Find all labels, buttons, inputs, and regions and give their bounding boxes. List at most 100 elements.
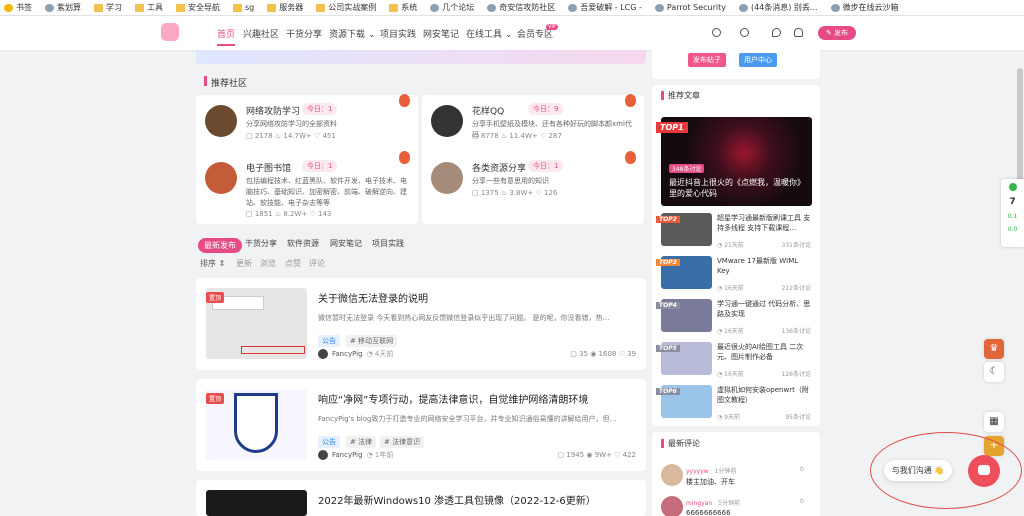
site-logo[interactable] — [161, 23, 179, 41]
bell-icon[interactable] — [794, 28, 803, 37]
nav-projects[interactable]: 项目实践 — [380, 27, 416, 40]
tab-0[interactable]: 最新发布 — [198, 238, 242, 253]
community-name[interactable]: 各类资源分享 — [472, 161, 526, 174]
author-name[interactable]: FancyPig — [332, 451, 363, 459]
commenter-avatar[interactable] — [661, 464, 683, 486]
post-title[interactable]: 2022年最新Windows10 渗透工具包镜像（2022-12-6更新） — [318, 492, 596, 507]
banner[interactable] — [196, 50, 646, 64]
extension-badge: 7 — [1009, 197, 1016, 207]
commenter-name[interactable]: yyyyyw 1分钟前 — [686, 466, 737, 475]
community-name[interactable]: 花样QQ — [472, 104, 504, 117]
post-card[interactable]: 置顶 响应“净网”专项行动，提高法律意识，自觉维护网络清朗环境 FancyPig's… — [196, 379, 646, 471]
bookmark-item[interactable]: (44条消息) 别丢... — [738, 2, 818, 13]
bookmark-item[interactable]: 奇安信攻防社区 — [487, 2, 555, 13]
nav-download[interactable]: 资源下载 ⌄ — [329, 27, 375, 40]
sort-option[interactable]: 排序 ⇕ — [200, 258, 225, 269]
bookmark-item[interactable]: 几个论坛 — [430, 2, 474, 13]
sort-option[interactable]: 更新 — [236, 258, 252, 269]
community-name[interactable]: 网络攻防学习 — [246, 104, 300, 117]
post-title[interactable]: 响应“净网”专项行动，提高法律意识，自觉维护网络清朗环境 — [318, 391, 588, 406]
comment-likes[interactable]: 0 — [800, 498, 804, 505]
bookmark-item[interactable]: 工具 — [135, 2, 163, 13]
tab-3[interactable]: 网安笔记 — [330, 238, 362, 249]
article-title[interactable]: 学习通一键通过 代码分析、思路及实现 — [717, 299, 811, 319]
bookmark-item[interactable]: 系统 — [389, 2, 417, 13]
post-card[interactable]: 置顶 关于微信无法登录的说明 微信暂时无法登录 今天看到热心网友反馈微信登录似乎出现… — [196, 278, 646, 370]
search-icon[interactable] — [740, 28, 749, 37]
commenter-name-text[interactable]: yyyyyw — [686, 468, 709, 475]
lightbulb-icon[interactable] — [712, 28, 721, 37]
author-avatar[interactable] — [318, 349, 328, 359]
community-stats: ▢ 8778 ♨ 11.4W+ ♡ 287 — [472, 132, 562, 140]
sort-option[interactable]: 浏览 — [260, 258, 276, 269]
rank-badge: TOP2 — [656, 216, 680, 223]
user-center-button[interactable]: 用户中心 — [739, 53, 777, 67]
bookmark-item[interactable]: Parrot Security — [654, 3, 726, 12]
bookmark-item[interactable]: sg — [233, 3, 254, 12]
author-name[interactable]: FancyPig — [332, 350, 363, 358]
bookmark-item[interactable]: 服务器 — [267, 2, 303, 13]
sort-option[interactable]: 评论 — [309, 258, 325, 269]
today-badge: 今日：1 — [528, 160, 564, 172]
bookmarks-bar: 书签 紫划算 学习 工具 安全导航 sg 服务器 公司实战案例 系统 几个论坛 奇安信攻防社区 吾爱破… — [0, 0, 1024, 16]
bookmark-label: Parrot Security — [666, 3, 726, 12]
community-avatar[interactable] — [205, 162, 237, 194]
crown-icon[interactable]: ♛ — [984, 339, 1004, 359]
article-title[interactable]: 超星学习通最新版刷课工具 支持多线程 支持下载课程… — [717, 213, 811, 233]
post-tag[interactable]: # 移动互联网 — [346, 335, 398, 347]
nav-share[interactable]: 干货分享 — [286, 27, 322, 40]
bookmark-item[interactable]: 书签 — [4, 2, 32, 13]
post-tag[interactable]: # 法律 — [346, 436, 377, 448]
publish-button[interactable]: ✎ 发布 — [818, 26, 856, 40]
tab-4[interactable]: 项目实践 — [372, 238, 404, 249]
commenter-avatar[interactable] — [661, 496, 683, 516]
moon-toggle-icon[interactable]: ☾ — [984, 362, 1004, 382]
community-avatar[interactable] — [431, 162, 463, 194]
author-avatar[interactable] — [318, 450, 328, 460]
nav-community[interactable]: 兴趣社区 — [243, 27, 279, 40]
commenter-name[interactable]: mingyan 5分钟前 — [686, 498, 740, 507]
post-title[interactable]: 关于微信无法登录的说明 — [318, 290, 428, 305]
community-avatar[interactable] — [431, 105, 463, 137]
community-card[interactable]: 电子图书馆 今日：1 包括编程技术、红蓝黑队、软件开发、电子技术、电脑技巧、基础知识… — [196, 151, 418, 224]
community-avatar[interactable] — [205, 105, 237, 137]
bookmark-item[interactable]: 安全导航 — [176, 2, 220, 13]
post-author[interactable]: FancyPig ◔ 1年前 — [318, 450, 393, 460]
bookmark-item[interactable]: 紫划算 — [45, 2, 81, 13]
post-author[interactable]: FancyPig ◔ 4天前 — [318, 349, 393, 359]
folder-icon — [176, 3, 185, 12]
tab-2[interactable]: 软件资源 — [287, 238, 319, 249]
community-name[interactable]: 电子图书馆 — [246, 161, 291, 174]
grid-icon[interactable]: ▦ — [984, 412, 1004, 432]
post-card[interactable]: 2022年最新Windows10 渗透工具包镜像（2022-12-6更新） — [196, 480, 646, 516]
article-time: ◔ 9天前 — [717, 414, 740, 421]
publish-post-button[interactable]: 发布帖子 — [688, 53, 726, 67]
tab-1[interactable]: 干货分享 — [245, 238, 277, 249]
extension-line1: 0.1 — [1007, 213, 1018, 220]
community-card[interactable]: 各类资源分享 今日：1 分享一些有意思用的知识 ▢ 1375 ♨ 3.8W+ ♡ 12… — [422, 151, 644, 224]
top-nav: 首页 兴趣社区 干货分享 资源下载 ⌄ 项目实践 网安笔记 在线工具 ⌄ 会员专… — [0, 16, 1024, 50]
post-tag[interactable]: 公告 — [318, 335, 340, 347]
bookmark-item[interactable]: 公司实战案例 — [316, 2, 376, 13]
article-time: ◔ 16天前 — [717, 285, 744, 292]
sort-option[interactable]: 点赞 — [285, 258, 301, 269]
article-discussions: 95条讨论 — [785, 414, 811, 421]
article-title[interactable]: VMware 17最新版 WIML Key — [717, 256, 811, 276]
community-desc: 分享网络攻防学习的全部资料 — [246, 120, 337, 128]
article-title[interactable]: 虚拟机如何安装openwrt（附图文教程） — [717, 385, 811, 405]
top1-article-title[interactable]: 最近抖音上很火的《点燃我，温暖你》里的爱心代码 — [669, 177, 805, 199]
bookmark-item[interactable]: 吾爱破解 - LCG - — [568, 2, 642, 13]
commenter-name-text[interactable]: mingyan — [686, 500, 712, 507]
moon-icon[interactable] — [772, 28, 781, 37]
bookmark-item[interactable]: 学习 — [94, 2, 122, 13]
comment-likes[interactable]: 0 — [800, 466, 804, 473]
post-tag[interactable]: # 法律意识 — [380, 436, 425, 448]
post-tag[interactable]: 公告 — [318, 436, 340, 448]
extension-widget[interactable]: 7 0.1 0.0 — [1001, 179, 1024, 247]
nav-home[interactable]: 首页 — [217, 27, 235, 40]
bookmark-item[interactable]: 微步在线云沙箱 — [830, 2, 899, 13]
post-thumbnail[interactable] — [206, 490, 307, 516]
article-title[interactable]: 最近很火的AI绘图工具 二次元、图片制作必备 — [717, 342, 811, 362]
nav-notes[interactable]: 网安笔记 — [423, 27, 459, 40]
nav-tools[interactable]: 在线工具 ⌄ — [466, 27, 512, 40]
